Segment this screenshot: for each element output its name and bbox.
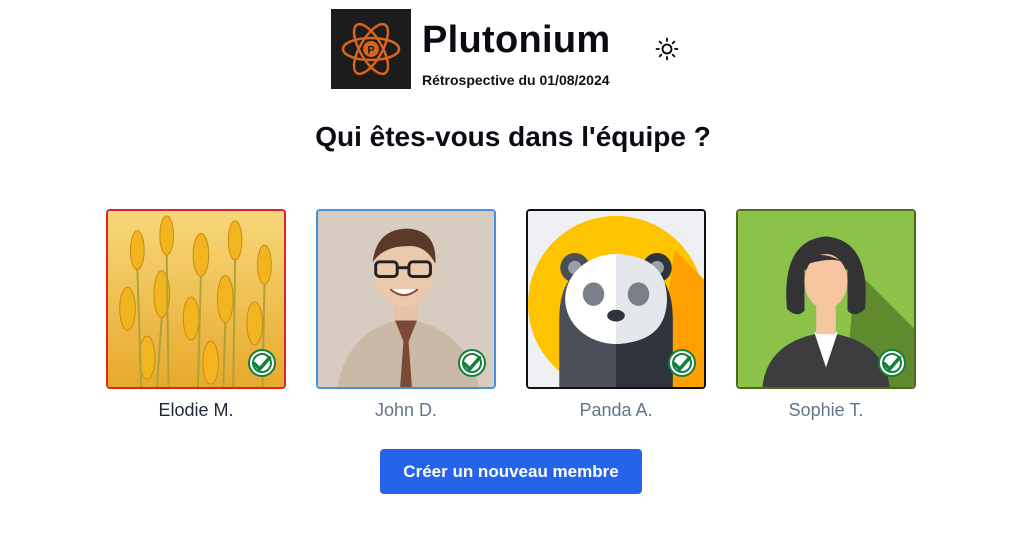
member-name: Elodie M. <box>158 400 234 420</box>
app-header: P Plutonium Rétrospective du 01/08/2024 <box>331 9 610 89</box>
page-question: Qui êtes-vous dans l'équipe ? <box>315 121 711 152</box>
member-name: Panda A. <box>579 400 653 420</box>
member-name: John D. <box>374 400 438 420</box>
avatar[interactable] <box>106 209 286 389</box>
avatar[interactable] <box>526 209 706 389</box>
plutonium-logo: P <box>331 9 411 89</box>
sun-icon[interactable] <box>654 36 680 62</box>
logo-letter: P <box>367 45 374 57</box>
check-icon <box>248 349 276 377</box>
avatar[interactable] <box>736 209 916 389</box>
create-member-button[interactable]: Créer un nouveau membre <box>380 449 642 494</box>
member-card-sophie[interactable]: Sophie T. <box>736 209 916 421</box>
retrospective-date: Rétrospective du 01/08/2024 <box>422 72 610 88</box>
check-icon <box>878 349 906 377</box>
check-icon <box>458 349 486 377</box>
check-icon <box>668 349 696 377</box>
member-card-panda[interactable]: Panda A. <box>526 209 706 421</box>
app-title: Plutonium <box>422 19 611 61</box>
member-card-elodie[interactable]: Elodie M. <box>106 209 286 421</box>
member-name: Sophie T. <box>788 400 864 420</box>
avatar[interactable] <box>316 209 496 389</box>
member-card-john[interactable]: John D. <box>316 209 496 421</box>
